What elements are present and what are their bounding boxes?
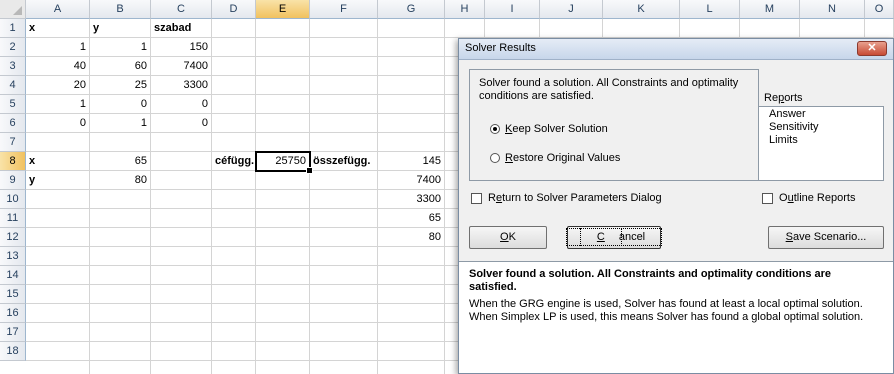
cell-a8[interactable]: x [26,153,35,170]
row-header-13[interactable]: 13 [0,247,26,266]
grid-line [255,19,256,374]
solver-results-dialog: Solver Results Solver found a solution. … [458,38,894,374]
row-header-4[interactable]: 4 [0,76,26,95]
cell-g10[interactable]: 3300 [378,191,444,208]
cell-a5[interactable]: 1 [26,96,89,113]
row-header-5[interactable]: 5 [0,95,26,114]
cell-e8[interactable]: 25750 [256,153,309,170]
cell-d8[interactable]: céfügg. [212,153,254,170]
column-header-a[interactable]: A [26,0,90,19]
cell-c1[interactable]: szabad [151,20,191,37]
info-panel: Solver found a solution. All Constraints… [459,261,893,373]
restore-values-radio[interactable] [490,153,500,163]
column-header-f[interactable]: F [310,0,378,19]
cell-a1[interactable]: x [26,20,35,37]
cell-g12[interactable]: 80 [378,229,444,246]
cell-a9[interactable]: y [26,172,35,189]
row-header-8[interactable]: 8 [0,152,26,171]
column-header-o[interactable]: O [865,0,894,19]
cell-g8[interactable]: 145 [378,153,444,170]
row-header-1[interactable]: 1 [0,19,26,38]
row-header-15[interactable]: 15 [0,285,26,304]
column-header-h[interactable]: H [445,0,485,19]
select-all-corner[interactable] [0,0,26,19]
cell-b9[interactable]: 80 [90,172,150,189]
row-header-14[interactable]: 14 [0,266,26,285]
cell-b5[interactable]: 0 [90,96,150,113]
report-limits[interactable]: Limits [769,134,798,146]
keep-solution-label[interactable]: Keep Solver Solution [505,123,608,135]
column-header-m[interactable]: M [740,0,800,19]
report-sensitivity[interactable]: Sensitivity [769,121,819,133]
column-header-i[interactable]: I [485,0,540,19]
grid-line [309,19,310,374]
return-to-params-label[interactable]: Return to Solver Parameters Dialog [488,192,662,204]
cell-c4[interactable]: 3300 [151,77,211,94]
row-header-3[interactable]: 3 [0,57,26,76]
outline-reports-checkbox[interactable] [762,193,773,204]
info-description: When the GRG engine is used, Solver has … [469,298,864,323]
dialog-title: Solver Results [465,42,536,54]
column-header-e[interactable]: E [256,0,310,19]
column-header-b[interactable]: B [90,0,151,19]
cell-a6[interactable]: 0 [26,115,89,132]
column-header-j[interactable]: J [540,0,603,19]
cell-c2[interactable]: 150 [151,39,211,56]
row-header-7[interactable]: 7 [0,133,26,152]
close-icon[interactable] [857,41,887,56]
column-header-n[interactable]: N [800,0,865,19]
column-header-g[interactable]: G [378,0,445,19]
save-scenario-button[interactable]: Save Scenario... [768,226,884,249]
restore-values-label[interactable]: Restore Original Values [505,152,620,164]
cell-g9[interactable]: 7400 [378,172,444,189]
cell-c6[interactable]: 0 [151,115,211,132]
grid-line [444,19,445,374]
row-header-10[interactable]: 10 [0,190,26,209]
column-header-k[interactable]: K [603,0,680,19]
row-header-12[interactable]: 12 [0,228,26,247]
row-header-16[interactable]: 16 [0,304,26,323]
keep-solution-radio[interactable] [490,124,500,134]
row-header-6[interactable]: 6 [0,114,26,133]
column-header-c[interactable]: C [151,0,212,19]
dialog-titlebar[interactable]: Solver Results [459,39,893,60]
column-header-l[interactable]: L [680,0,740,19]
cell-b1[interactable]: y [90,20,99,37]
cell-b6[interactable]: 1 [90,115,150,132]
cell-f8[interactable]: összefügg. [310,153,370,170]
return-to-params-checkbox[interactable] [471,193,482,204]
column-header-d[interactable]: D [212,0,256,19]
cell-a2[interactable]: 1 [26,39,89,56]
row-header-18[interactable]: 18 [0,342,26,361]
ok-button[interactable]: OK [469,226,547,249]
cell-b4[interactable]: 25 [90,77,150,94]
reports-label: Reports [764,92,803,104]
cell-c5[interactable]: 0 [151,96,211,113]
cell-a3[interactable]: 40 [26,58,89,75]
outline-reports-label[interactable]: Outline Reports [779,192,855,204]
cell-b2[interactable]: 1 [90,39,150,56]
grid-line [211,19,212,374]
row-header-9[interactable]: 9 [0,171,26,190]
result-message: Solver found a solution. All Constraints… [479,77,739,102]
cell-a4[interactable]: 20 [26,77,89,94]
info-heading: Solver found a solution. All Constraints… [469,268,832,293]
row-header-2[interactable]: 2 [0,38,26,57]
cancel-button[interactable]: Cancel [565,226,663,249]
cell-b8[interactable]: 65 [90,153,150,170]
report-answer[interactable]: Answer [769,108,806,120]
cell-c3[interactable]: 7400 [151,58,211,75]
reports-listbox[interactable]: Answer Sensitivity Limits [758,106,884,181]
cell-b3[interactable]: 60 [90,58,150,75]
cell-g11[interactable]: 65 [378,210,444,227]
row-header-17[interactable]: 17 [0,323,26,342]
row-header-11[interactable]: 11 [0,209,26,228]
